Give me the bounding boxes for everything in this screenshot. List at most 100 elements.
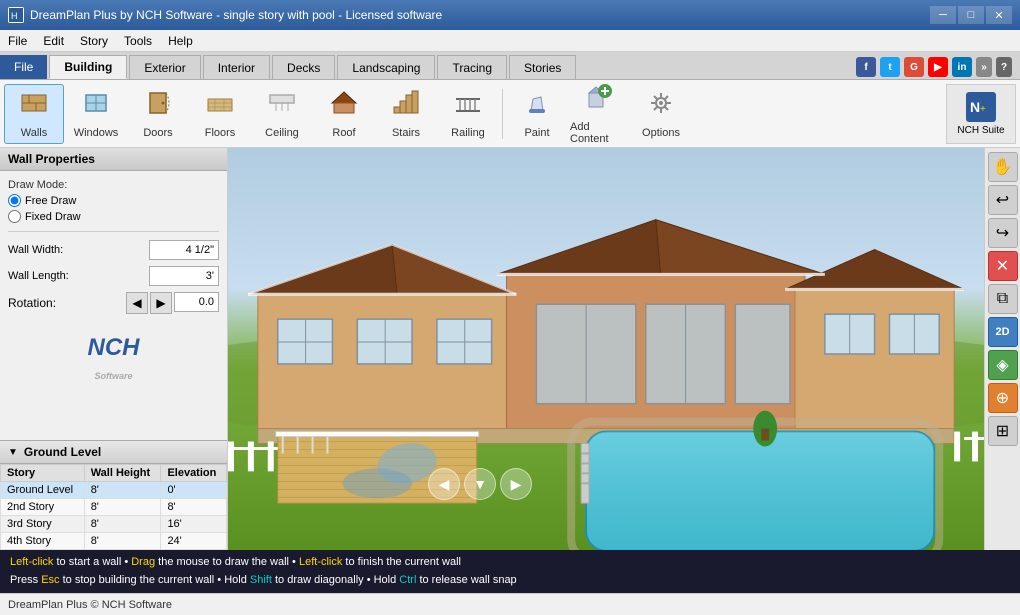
ribbon-tab-row: File Building Exterior Interior Decks La… xyxy=(0,52,1020,80)
maximize-button[interactable]: □ xyxy=(958,6,984,24)
social-youtube[interactable]: ▶ xyxy=(928,57,948,77)
2d-view-button[interactable]: 2D xyxy=(988,317,1018,347)
wall-properties-panel: Wall Properties Draw Mode: Free Draw Fix… xyxy=(0,148,227,440)
instruction-text4: Press xyxy=(10,574,41,586)
menu-file[interactable]: File xyxy=(0,30,35,51)
wall-length-input[interactable] xyxy=(149,266,219,286)
tab-tracing[interactable]: Tracing xyxy=(437,55,507,79)
row-elev-3: 24' xyxy=(161,533,227,550)
wall-properties-title: Wall Properties xyxy=(0,148,227,171)
instruction-text1: to start a wall • xyxy=(56,556,131,568)
row-story-3: 4th Story xyxy=(1,533,85,550)
instruction-text7: to release wall snap xyxy=(419,574,516,586)
fixed-draw-label: Fixed Draw xyxy=(25,211,81,223)
instruction-click1: Left-click xyxy=(10,556,53,568)
tool-roof-label: Roof xyxy=(332,127,355,139)
left-panel: Wall Properties Draw Mode: Free Draw Fix… xyxy=(0,148,228,550)
svg-text:H: H xyxy=(11,11,18,21)
nch-suite-button[interactable]: N + NCH Suite xyxy=(946,84,1016,144)
tab-decks[interactable]: Decks xyxy=(272,55,335,79)
fixed-draw-radio[interactable] xyxy=(8,210,21,223)
menu-tools[interactable]: Tools xyxy=(116,30,160,51)
toolbar: Walls Windows Doors xyxy=(0,80,1020,148)
tool-windows[interactable]: Windows xyxy=(66,84,126,144)
menu-help[interactable]: Help xyxy=(160,30,201,51)
nav-left[interactable]: ◀ xyxy=(428,468,460,500)
nav-down[interactable]: ▼ xyxy=(464,468,496,500)
tool-ceiling[interactable]: Ceiling xyxy=(252,84,312,144)
nch-logo: NCH Software xyxy=(8,334,219,385)
table-row[interactable]: Ground Level 8' 0' xyxy=(1,482,227,499)
panel-toggle-icon[interactable]: ▼ xyxy=(8,447,18,458)
table-row[interactable]: 3rd Story 8' 16' xyxy=(1,516,227,533)
right-toolbar: ✋ ↩ ↪ ✕ ⧉ 2D ◈ ⊕ ⊞ xyxy=(984,148,1020,550)
free-draw-radio[interactable] xyxy=(8,194,21,207)
instruction-text3: to finish the current wall xyxy=(345,556,461,568)
tool-doors[interactable]: Doors xyxy=(128,84,188,144)
tool-floors[interactable]: Floors xyxy=(190,84,250,144)
free-draw-label: Free Draw xyxy=(25,195,76,207)
window-controls: ─ □ ✕ xyxy=(930,6,1012,24)
tool-options-label: Options xyxy=(642,127,680,139)
redo-button[interactable]: ↪ xyxy=(988,218,1018,248)
rotate-right-button[interactable]: ▶ xyxy=(150,292,172,314)
social-facebook[interactable]: f xyxy=(856,57,876,77)
row-elev-1: 8' xyxy=(161,499,227,516)
tool-windows-label: Windows xyxy=(74,127,119,139)
instruction-esc: Esc xyxy=(41,574,59,586)
tool-paint[interactable]: Paint xyxy=(507,84,567,144)
tool-walls[interactable]: Walls xyxy=(4,84,64,144)
tool-add-content[interactable]: Add Content xyxy=(569,84,629,144)
compass-button[interactable]: ⊕ xyxy=(988,383,1018,413)
wall-width-input[interactable] xyxy=(149,240,219,260)
3d-view-button[interactable]: ◈ xyxy=(988,350,1018,380)
instruction-text2: the mouse to draw the wall • xyxy=(158,556,299,568)
tool-stairs[interactable]: Stairs xyxy=(376,84,436,144)
menu-edit[interactable]: Edit xyxy=(35,30,72,51)
more-social[interactable]: » xyxy=(976,57,992,77)
wall-length-label: Wall Length: xyxy=(8,270,69,282)
tool-doors-label: Doors xyxy=(143,127,172,139)
svg-text:N: N xyxy=(970,99,980,115)
tool-railing[interactable]: Railing xyxy=(438,84,498,144)
social-twitter[interactable]: t xyxy=(880,57,900,77)
tab-interior[interactable]: Interior xyxy=(203,55,270,79)
delete-button[interactable]: ✕ xyxy=(988,251,1018,281)
table-row[interactable]: 2nd Story 8' 8' xyxy=(1,499,227,516)
row-story-1: 2nd Story xyxy=(1,499,85,516)
table-row[interactable]: 4th Story 8' 24' xyxy=(1,533,227,550)
tab-file[interactable]: File xyxy=(0,55,47,79)
ground-level-header[interactable]: ▼ Ground Level xyxy=(0,441,227,464)
instruction-shift: Shift xyxy=(250,574,272,586)
rotation-input[interactable] xyxy=(174,292,219,312)
row-wh-0: 8' xyxy=(84,482,161,499)
toolbar-divider xyxy=(502,89,503,139)
social-google[interactable]: G xyxy=(904,57,924,77)
instruction-text6: to draw diagonally • Hold xyxy=(275,574,399,586)
tool-ceiling-label: Ceiling xyxy=(265,127,299,139)
hand-tool-button[interactable]: ✋ xyxy=(988,152,1018,182)
undo-button[interactable]: ↩ xyxy=(988,185,1018,215)
canvas-area[interactable]: ◀ ▼ ▶ ✋ ↩ ↪ ✕ ⧉ 2D ◈ ⊕ ⊞ xyxy=(228,148,1020,550)
social-linkedin[interactable]: in xyxy=(952,57,972,77)
close-button[interactable]: ✕ xyxy=(986,6,1012,24)
draw-mode-label: Draw Mode: xyxy=(8,179,219,191)
app-title: DreamPlan Plus by NCH Software - single … xyxy=(30,8,442,22)
tab-exterior[interactable]: Exterior xyxy=(129,55,200,79)
grid-button[interactable]: ⊞ xyxy=(988,416,1018,446)
tool-options[interactable]: Options xyxy=(631,84,691,144)
nav-right[interactable]: ▶ xyxy=(500,468,532,500)
copy-button[interactable]: ⧉ xyxy=(988,284,1018,314)
rotation-label: Rotation: xyxy=(8,296,56,310)
menu-bar: File Edit Story Tools Help xyxy=(0,30,1020,52)
tool-roof[interactable]: Roof xyxy=(314,84,374,144)
tab-building[interactable]: Building xyxy=(49,55,127,79)
help-icon[interactable]: ? xyxy=(996,57,1012,77)
tab-stories[interactable]: Stories xyxy=(509,55,576,79)
menu-story[interactable]: Story xyxy=(72,30,116,51)
rotate-left-button[interactable]: ◀ xyxy=(126,292,148,314)
tab-landscaping[interactable]: Landscaping xyxy=(337,55,435,79)
tool-add-content-label: Add Content xyxy=(570,121,628,145)
minimize-button[interactable]: ─ xyxy=(930,6,956,24)
title-bar: H DreamPlan Plus by NCH Software - singl… xyxy=(0,0,1020,30)
